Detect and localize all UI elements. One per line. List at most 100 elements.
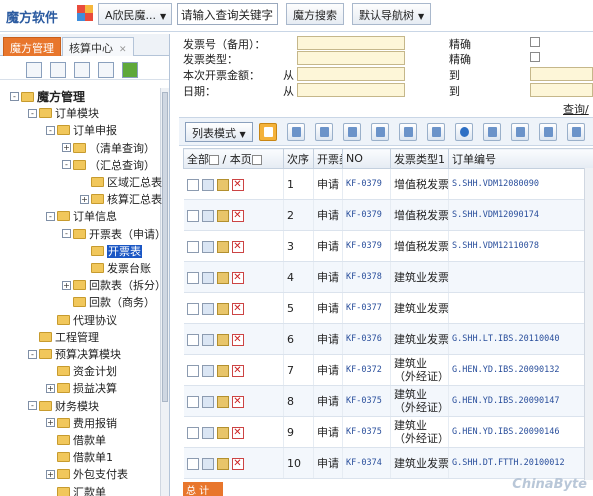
delete-icon[interactable]: ✕: [231, 426, 244, 439]
amount-to-field[interactable]: [530, 67, 593, 81]
collapse-icon[interactable]: -: [46, 211, 55, 221]
view-icon[interactable]: [201, 240, 214, 253]
row-checkbox[interactable]: [186, 457, 199, 470]
delete-icon[interactable]: [74, 62, 90, 78]
tree-node[interactable]: 借款单: [46, 432, 106, 448]
collapse-icon[interactable]: -: [10, 92, 19, 101]
view-icon[interactable]: [201, 364, 214, 377]
expand-icon[interactable]: +: [80, 194, 89, 204]
grid-scrollbar[interactable]: [584, 168, 593, 480]
tab-accounting-center[interactable]: 核算中心 ✕: [62, 37, 134, 56]
col-order-no[interactable]: 订单编号: [448, 148, 593, 169]
cell-order-no[interactable]: G.HEN.YD.IBS.20090132: [448, 354, 593, 386]
nav-tree-dropdown[interactable]: 默认导航树 ▼: [352, 3, 432, 25]
tree-node[interactable]: + 费用报销: [46, 415, 117, 431]
row-checkbox[interactable]: [186, 302, 199, 315]
edit-icon[interactable]: [216, 271, 229, 284]
row-checkbox[interactable]: [186, 426, 199, 439]
tools-icon[interactable]: [511, 123, 529, 141]
view-icon[interactable]: [201, 333, 214, 346]
cell-no[interactable]: KF-0379: [342, 199, 391, 231]
cell-no[interactable]: KF-0378: [342, 261, 391, 293]
query-button[interactable]: 查询/: [563, 101, 589, 117]
delete-icon[interactable]: ✕: [231, 457, 244, 470]
row-checkbox[interactable]: [186, 240, 199, 253]
col-invoice-type[interactable]: 发票类型1: [390, 148, 449, 169]
delete-icon[interactable]: ✕: [231, 240, 244, 253]
form-icon[interactable]: [399, 123, 417, 141]
view-icon[interactable]: [201, 209, 214, 222]
collapse-icon[interactable]: -: [62, 229, 71, 239]
delete-icon[interactable]: ✕: [231, 209, 244, 222]
row-checkbox[interactable]: [186, 178, 199, 191]
tree-node[interactable]: 汇款单: [46, 484, 106, 496]
tab-mofang-management[interactable]: 魔方管理: [3, 37, 61, 56]
view-icon[interactable]: [201, 457, 214, 470]
tree-node[interactable]: 开票表: [80, 243, 142, 259]
edit-icon[interactable]: [216, 395, 229, 408]
col-type[interactable]: 开票类: [313, 148, 343, 169]
collapse-icon[interactable]: -: [28, 108, 37, 118]
close-icon[interactable]: ✕: [119, 45, 127, 55]
grid-view-icon[interactable]: [259, 123, 277, 141]
date-from-field[interactable]: [297, 83, 405, 97]
tree-node[interactable]: 资金计划: [46, 363, 117, 379]
edit-icon[interactable]: [216, 457, 229, 470]
collapse-icon[interactable]: -: [28, 349, 37, 359]
edit-icon[interactable]: [216, 302, 229, 315]
cell-no[interactable]: KF-0379: [342, 230, 391, 262]
table-row[interactable]: ✕ 10 申请 KF-0374 建筑业发票 G.SHH.DT.FTTH.20100012: [183, 447, 593, 479]
cell-order-no[interactable]: [448, 292, 593, 324]
cell-order-no[interactable]: S.SHH.VDM12090174: [448, 199, 593, 231]
tree-node[interactable]: + 损益决算: [46, 380, 117, 396]
table-row[interactable]: ✕ 1 申请 KF-0379 增值税发票 S.SHH.VDM12080090: [183, 168, 593, 200]
tree-node[interactable]: 代理协议: [46, 312, 117, 328]
invoice-type-field[interactable]: [297, 51, 405, 65]
table-row[interactable]: ✕ 3 申请 KF-0379 增值税发票 S.SHH.VDM12110078: [183, 230, 593, 262]
delete-icon[interactable]: ✕: [231, 302, 244, 315]
search-button[interactable]: 魔方搜索: [286, 3, 344, 25]
tree-node[interactable]: - 订单申报: [46, 122, 117, 138]
view-icon[interactable]: [201, 395, 214, 408]
cell-order-no[interactable]: G.HEN.YD.IBS.20090147: [448, 385, 593, 417]
refresh-icon[interactable]: [455, 123, 473, 141]
tree-node[interactable]: - 订单模块: [28, 105, 99, 121]
tree-node[interactable]: 回款（商务）: [62, 294, 155, 310]
edit-icon[interactable]: [216, 364, 229, 377]
row-checkbox[interactable]: [186, 271, 199, 284]
select-page-label[interactable]: 本页: [230, 153, 252, 166]
tree-node[interactable]: + 外包支付表: [46, 466, 128, 482]
cell-no[interactable]: KF-0372: [342, 354, 391, 386]
edit-icon[interactable]: [216, 333, 229, 346]
cell-order-no[interactable]: [448, 261, 593, 293]
tree-node[interactable]: - 预算决算模块: [28, 346, 121, 362]
exact-checkbox-2[interactable]: [530, 52, 540, 62]
tree-node[interactable]: 区域汇总表: [80, 174, 162, 190]
row-checkbox[interactable]: [186, 209, 199, 222]
cell-no[interactable]: KF-0375: [342, 385, 391, 417]
col-no[interactable]: NO: [342, 148, 391, 169]
play-icon[interactable]: [122, 62, 138, 78]
expand-icon[interactable]: +: [62, 143, 71, 153]
tree-node[interactable]: + （清单查询）: [62, 140, 155, 156]
user-dropdown[interactable]: A欣民魔... ▼: [98, 3, 172, 25]
settings-icon[interactable]: [315, 123, 333, 141]
refresh-icon[interactable]: [98, 62, 114, 78]
row-checkbox[interactable]: [186, 333, 199, 346]
document-icon[interactable]: [371, 123, 389, 141]
collapse-icon[interactable]: -: [62, 160, 71, 170]
list-mode-dropdown[interactable]: 列表模式 ▼: [185, 122, 253, 142]
edit-icon[interactable]: [216, 426, 229, 439]
row-checkbox[interactable]: [186, 395, 199, 408]
edit-icon[interactable]: [216, 209, 229, 222]
table-row[interactable]: ✕ 2 申请 KF-0379 增值税发票 S.SHH.VDM12090174: [183, 199, 593, 231]
scrollbar-thumb[interactable]: [162, 92, 168, 402]
view-icon[interactable]: [201, 178, 214, 191]
edit-icon[interactable]: [216, 240, 229, 253]
view-icon[interactable]: [201, 302, 214, 315]
expand-all-icon[interactable]: [26, 62, 42, 78]
amount-from-field[interactable]: [297, 67, 405, 81]
cell-no[interactable]: KF-0374: [342, 447, 391, 479]
expand-icon[interactable]: +: [46, 383, 55, 393]
view-icon[interactable]: [201, 271, 214, 284]
